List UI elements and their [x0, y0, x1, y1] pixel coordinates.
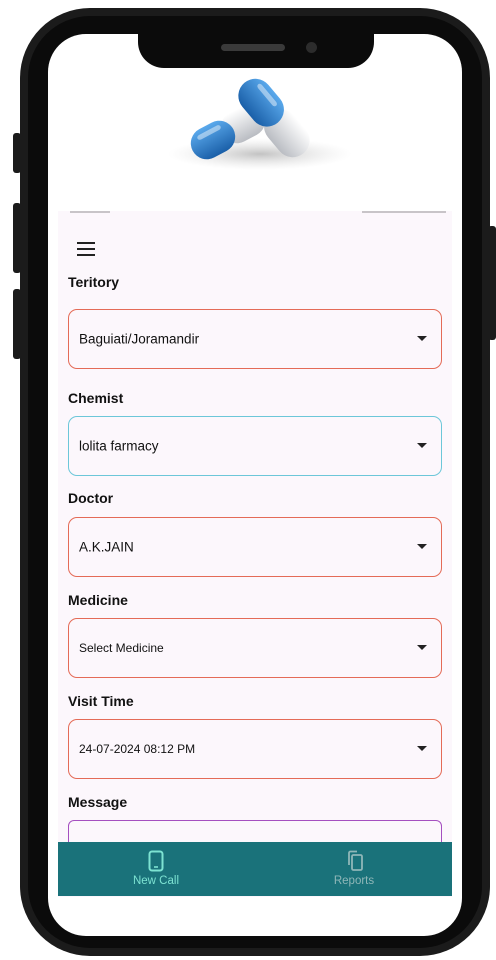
medicine-label: Medicine: [68, 592, 128, 608]
phone-speaker: [221, 44, 285, 51]
territory-value: Baguiati/Joramandir: [79, 331, 200, 347]
chevron-down-icon: [417, 645, 427, 650]
doctor-value: A.K.JAIN: [79, 539, 134, 555]
nav-new-call[interactable]: New Call: [86, 842, 226, 896]
territory-dropdown[interactable]: Baguiati/Joramandir: [68, 309, 442, 369]
chemist-dropdown[interactable]: lolita farmacy: [68, 416, 442, 476]
message-label: Message: [68, 794, 128, 810]
nav-new-call-label: New Call: [132, 875, 179, 887]
chemist-label: Chemist: [68, 390, 124, 406]
medicine-dropdown[interactable]: Select Medicine: [68, 618, 442, 678]
doctor-dropdown[interactable]: A.K.JAIN: [68, 517, 442, 577]
chevron-down-icon: [417, 336, 427, 341]
status-bar: [66, 211, 446, 215]
chevron-down-icon: [417, 746, 427, 751]
nav-reports-label: Reports: [333, 875, 375, 887]
bottom-navigation: New Call Reports: [58, 842, 452, 896]
nav-reports[interactable]: Reports: [284, 842, 424, 896]
menu-icon[interactable]: [77, 242, 95, 256]
visit-time-label: Visit Time: [68, 693, 134, 709]
chevron-down-icon: [417, 443, 427, 448]
territory-label: Teritory: [68, 274, 120, 290]
visit-time-value: 24-07-2024 08:12 PM: [79, 742, 196, 756]
chevron-down-icon: [417, 544, 427, 549]
phone-icon: [148, 850, 164, 872]
copy-icon: [348, 850, 363, 871]
app-screen: Teritory Baguiati/Joramandir Chemist lol…: [58, 211, 452, 897]
medicine-value: Select Medicine: [79, 641, 164, 655]
doctor-label: Doctor: [68, 490, 114, 506]
visit-time-dropdown[interactable]: 24-07-2024 08:12 PM: [68, 719, 442, 779]
chemist-value: lolita farmacy: [79, 438, 159, 454]
phone-camera: [306, 42, 317, 53]
pills-logo: [168, 78, 352, 170]
